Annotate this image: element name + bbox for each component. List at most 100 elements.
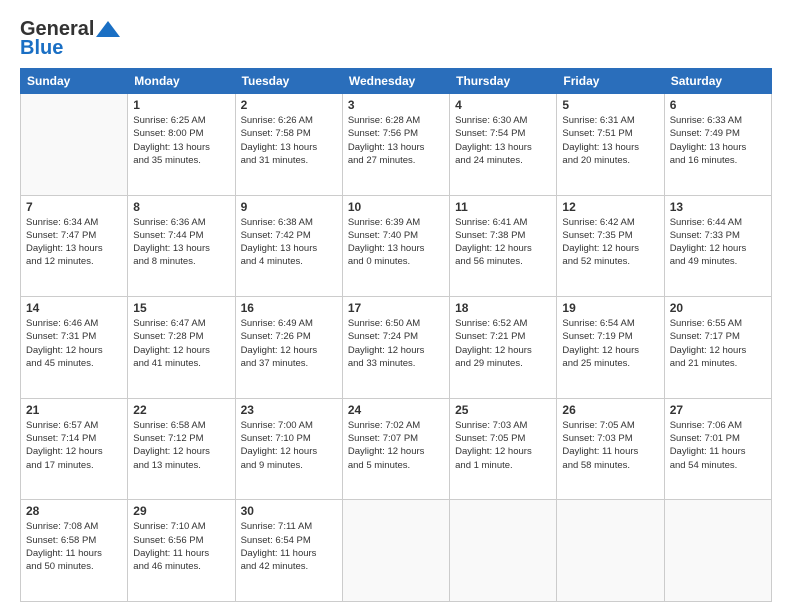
logo-blue: Blue	[20, 37, 63, 60]
day-info: Sunrise: 7:00 AM Sunset: 7:10 PM Dayligh…	[241, 419, 337, 472]
day-info: Sunrise: 7:02 AM Sunset: 7:07 PM Dayligh…	[348, 419, 444, 472]
day-number: 3	[348, 98, 444, 112]
weekday-friday: Friday	[557, 69, 664, 94]
day-number: 29	[133, 504, 229, 518]
day-number: 2	[241, 98, 337, 112]
day-info: Sunrise: 6:38 AM Sunset: 7:42 PM Dayligh…	[241, 216, 337, 269]
calendar-cell: 1 Sunrise: 6:25 AM Sunset: 8:00 PM Daylig…	[128, 94, 235, 196]
day-number: 1	[133, 98, 229, 112]
calendar-cell: 13Sunrise: 6:44 AM Sunset: 7:33 PM Dayli…	[664, 195, 771, 297]
day-info: Sunrise: 7:03 AM Sunset: 7:05 PM Dayligh…	[455, 419, 551, 472]
calendar-cell: 29 Sunrise: 7:10 AM Sunset: 6:56 PM Dayli…	[128, 500, 235, 602]
calendar-cell: 27Sunrise: 7:06 AM Sunset: 7:01 PM Dayli…	[664, 398, 771, 500]
calendar: SundayMondayTuesdayWednesdayThursdayFrid…	[20, 68, 772, 602]
day-info: Sunrise: 6:30 AM Sunset: 7:54 PM Dayligh…	[455, 114, 551, 167]
day-number: 10	[348, 200, 444, 214]
day-number: 16	[241, 301, 337, 315]
day-info: Sunrise: 6:55 AM Sunset: 7:17 PM Dayligh…	[670, 317, 766, 370]
day-number: 24	[348, 403, 444, 417]
day-info: Sunrise: 6:58 AM Sunset: 7:12 PM Dayligh…	[133, 419, 229, 472]
calendar-cell	[664, 500, 771, 602]
weekday-sunday: Sunday	[21, 69, 128, 94]
day-info: Sunrise: 6:49 AM Sunset: 7:26 PM Dayligh…	[241, 317, 337, 370]
calendar-cell: 19Sunrise: 6:54 AM Sunset: 7:19 PM Dayli…	[557, 297, 664, 399]
day-info: Sunrise: 6:57 AM Sunset: 7:14 PM Dayligh…	[26, 419, 122, 472]
day-number: 18	[455, 301, 551, 315]
weekday-wednesday: Wednesday	[342, 69, 449, 94]
calendar-cell: 12Sunrise: 6:42 AM Sunset: 7:35 PM Dayli…	[557, 195, 664, 297]
day-info: Sunrise: 6:39 AM Sunset: 7:40 PM Dayligh…	[348, 216, 444, 269]
calendar-header: SundayMondayTuesdayWednesdayThursdayFrid…	[21, 69, 772, 94]
weekday-row: SundayMondayTuesdayWednesdayThursdayFrid…	[21, 69, 772, 94]
logo-icon	[96, 21, 120, 37]
day-number: 17	[348, 301, 444, 315]
week-row-3: 14 Sunrise: 6:46 AM Sunset: 7:31 PM Dayli…	[21, 297, 772, 399]
day-info: Sunrise: 6:36 AM Sunset: 7:44 PM Dayligh…	[133, 216, 229, 269]
calendar-cell	[450, 500, 557, 602]
day-info: Sunrise: 6:44 AM Sunset: 7:33 PM Dayligh…	[670, 216, 766, 269]
weekday-saturday: Saturday	[664, 69, 771, 94]
day-info: Sunrise: 7:05 AM Sunset: 7:03 PM Dayligh…	[562, 419, 658, 472]
day-info: Sunrise: 7:10 AM Sunset: 6:56 PM Dayligh…	[133, 520, 229, 573]
calendar-cell: 15 Sunrise: 6:47 AM Sunset: 7:28 PM Dayli…	[128, 297, 235, 399]
day-number: 27	[670, 403, 766, 417]
day-info: Sunrise: 6:25 AM Sunset: 8:00 PM Dayligh…	[133, 114, 229, 167]
day-number: 20	[670, 301, 766, 315]
day-number: 21	[26, 403, 122, 417]
weekday-tuesday: Tuesday	[235, 69, 342, 94]
day-number: 7	[26, 200, 122, 214]
calendar-cell: 16 Sunrise: 6:49 AM Sunset: 7:26 PM Dayli…	[235, 297, 342, 399]
day-info: Sunrise: 6:50 AM Sunset: 7:24 PM Dayligh…	[348, 317, 444, 370]
calendar-cell: 24 Sunrise: 7:02 AM Sunset: 7:07 PM Dayli…	[342, 398, 449, 500]
calendar-cell	[342, 500, 449, 602]
day-info: Sunrise: 6:52 AM Sunset: 7:21 PM Dayligh…	[455, 317, 551, 370]
day-number: 23	[241, 403, 337, 417]
day-info: Sunrise: 6:33 AM Sunset: 7:49 PM Dayligh…	[670, 114, 766, 167]
calendar-cell: 5 Sunrise: 6:31 AM Sunset: 7:51 PM Daylig…	[557, 94, 664, 196]
day-number: 19	[562, 301, 658, 315]
day-number: 4	[455, 98, 551, 112]
calendar-cell: 17 Sunrise: 6:50 AM Sunset: 7:24 PM Dayli…	[342, 297, 449, 399]
calendar-cell	[21, 94, 128, 196]
logo: General Blue	[20, 18, 120, 60]
day-info: Sunrise: 7:08 AM Sunset: 6:58 PM Dayligh…	[26, 520, 122, 573]
day-number: 6	[670, 98, 766, 112]
calendar-cell: 6 Sunrise: 6:33 AM Sunset: 7:49 PM Daylig…	[664, 94, 771, 196]
week-row-1: 1 Sunrise: 6:25 AM Sunset: 8:00 PM Daylig…	[21, 94, 772, 196]
weekday-thursday: Thursday	[450, 69, 557, 94]
day-number: 14	[26, 301, 122, 315]
calendar-cell: 26 Sunrise: 7:05 AM Sunset: 7:03 PM Dayli…	[557, 398, 664, 500]
calendar-cell: 10 Sunrise: 6:39 AM Sunset: 7:40 PM Dayli…	[342, 195, 449, 297]
day-info: Sunrise: 6:34 AM Sunset: 7:47 PM Dayligh…	[26, 216, 122, 269]
day-number: 15	[133, 301, 229, 315]
calendar-cell: 3 Sunrise: 6:28 AM Sunset: 7:56 PM Daylig…	[342, 94, 449, 196]
calendar-cell: 4 Sunrise: 6:30 AM Sunset: 7:54 PM Daylig…	[450, 94, 557, 196]
calendar-cell: 11 Sunrise: 6:41 AM Sunset: 7:38 PM Dayli…	[450, 195, 557, 297]
day-info: Sunrise: 6:41 AM Sunset: 7:38 PM Dayligh…	[455, 216, 551, 269]
week-row-4: 21 Sunrise: 6:57 AM Sunset: 7:14 PM Dayli…	[21, 398, 772, 500]
day-number: 26	[562, 403, 658, 417]
day-number: 5	[562, 98, 658, 112]
calendar-cell: 30 Sunrise: 7:11 AM Sunset: 6:54 PM Dayli…	[235, 500, 342, 602]
day-info: Sunrise: 6:28 AM Sunset: 7:56 PM Dayligh…	[348, 114, 444, 167]
day-number: 11	[455, 200, 551, 214]
day-info: Sunrise: 7:11 AM Sunset: 6:54 PM Dayligh…	[241, 520, 337, 573]
calendar-cell: 20 Sunrise: 6:55 AM Sunset: 7:17 PM Dayli…	[664, 297, 771, 399]
day-info: Sunrise: 6:46 AM Sunset: 7:31 PM Dayligh…	[26, 317, 122, 370]
day-number: 8	[133, 200, 229, 214]
day-number: 22	[133, 403, 229, 417]
day-info: Sunrise: 6:31 AM Sunset: 7:51 PM Dayligh…	[562, 114, 658, 167]
calendar-cell: 28 Sunrise: 7:08 AM Sunset: 6:58 PM Dayli…	[21, 500, 128, 602]
calendar-cell	[557, 500, 664, 602]
day-number: 30	[241, 504, 337, 518]
calendar-cell: 25 Sunrise: 7:03 AM Sunset: 7:05 PM Dayli…	[450, 398, 557, 500]
calendar-cell: 14 Sunrise: 6:46 AM Sunset: 7:31 PM Dayli…	[21, 297, 128, 399]
week-row-2: 7 Sunrise: 6:34 AM Sunset: 7:47 PM Daylig…	[21, 195, 772, 297]
weekday-monday: Monday	[128, 69, 235, 94]
week-row-5: 28 Sunrise: 7:08 AM Sunset: 6:58 PM Dayli…	[21, 500, 772, 602]
day-number: 25	[455, 403, 551, 417]
day-number: 28	[26, 504, 122, 518]
day-info: Sunrise: 6:47 AM Sunset: 7:28 PM Dayligh…	[133, 317, 229, 370]
day-info: Sunrise: 6:26 AM Sunset: 7:58 PM Dayligh…	[241, 114, 337, 167]
calendar-cell: 9Sunrise: 6:38 AM Sunset: 7:42 PM Daylig…	[235, 195, 342, 297]
